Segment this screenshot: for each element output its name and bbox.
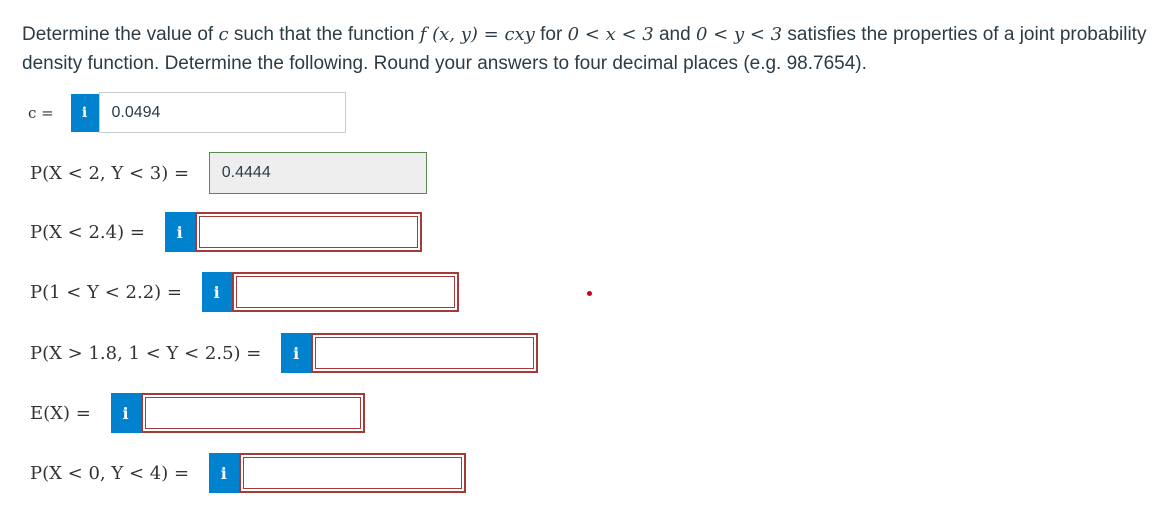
answer-input-p5[interactable] (238, 453, 466, 493)
answer-row-p3: P(1 < Y < 2.2) = i (30, 272, 459, 312)
info-icon[interactable]: i (201, 272, 232, 312)
answer-label-p5: P(X < 0, Y < 4) = (30, 462, 195, 484)
info-icon[interactable]: i (281, 333, 312, 373)
info-icon[interactable]: i (208, 453, 239, 493)
answer-label-p4: P(X > 1.8, 1 < Y < 2.5) = (30, 342, 268, 364)
answer-input-ex[interactable] (140, 393, 365, 433)
answer-input-p4[interactable] (311, 333, 539, 373)
answer-row-ex: E(X) = i (30, 393, 365, 433)
answer-input-p3[interactable] (231, 272, 459, 312)
info-icon[interactable]: i (164, 212, 195, 252)
answer-input-c[interactable]: 0.0494 (98, 92, 346, 133)
answer-row-c: c = i 0.0494 (28, 92, 346, 133)
answer-label-p2: P(X < 2.4) = (30, 221, 151, 243)
red-dot-marker (587, 291, 592, 296)
problem-statement: Determine the value of c such that the f… (22, 20, 1152, 78)
problem-text-4: and (653, 24, 696, 45)
answer-row-p1: P(X < 2, Y < 3) = 0.4444 (30, 152, 427, 194)
problem-text-2: such that the function (228, 24, 420, 45)
answer-input-p1[interactable]: 0.4444 (208, 152, 427, 194)
answer-value-c: 0.0494 (111, 103, 161, 121)
answer-label-c: c = (28, 103, 59, 122)
info-icon[interactable]: i (110, 393, 141, 433)
y-range: 0 < y < 3 (695, 24, 783, 45)
answer-row-p5: P(X < 0, Y < 4) = i (30, 453, 466, 493)
answer-label-ex: E(X) = (30, 402, 97, 424)
problem-text-1: Determine the value of (22, 24, 219, 45)
answer-row-p4: P(X > 1.8, 1 < Y < 2.5) = i (30, 333, 539, 373)
answer-row-p2: P(X < 2.4) = i (30, 212, 422, 252)
answer-value-p1: 0.4444 (221, 164, 271, 181)
function-expression: f (x, y) = cxy (419, 24, 535, 45)
answer-label-p3: P(1 < Y < 2.2) = (30, 281, 188, 303)
problem-text-3: for (534, 24, 568, 45)
answer-label-p1: P(X < 2, Y < 3) = (30, 162, 195, 184)
c-variable: c (218, 24, 229, 45)
info-icon[interactable]: i (70, 93, 99, 132)
x-range: 0 < x < 3 (567, 24, 654, 45)
answer-input-p2[interactable] (194, 212, 422, 252)
